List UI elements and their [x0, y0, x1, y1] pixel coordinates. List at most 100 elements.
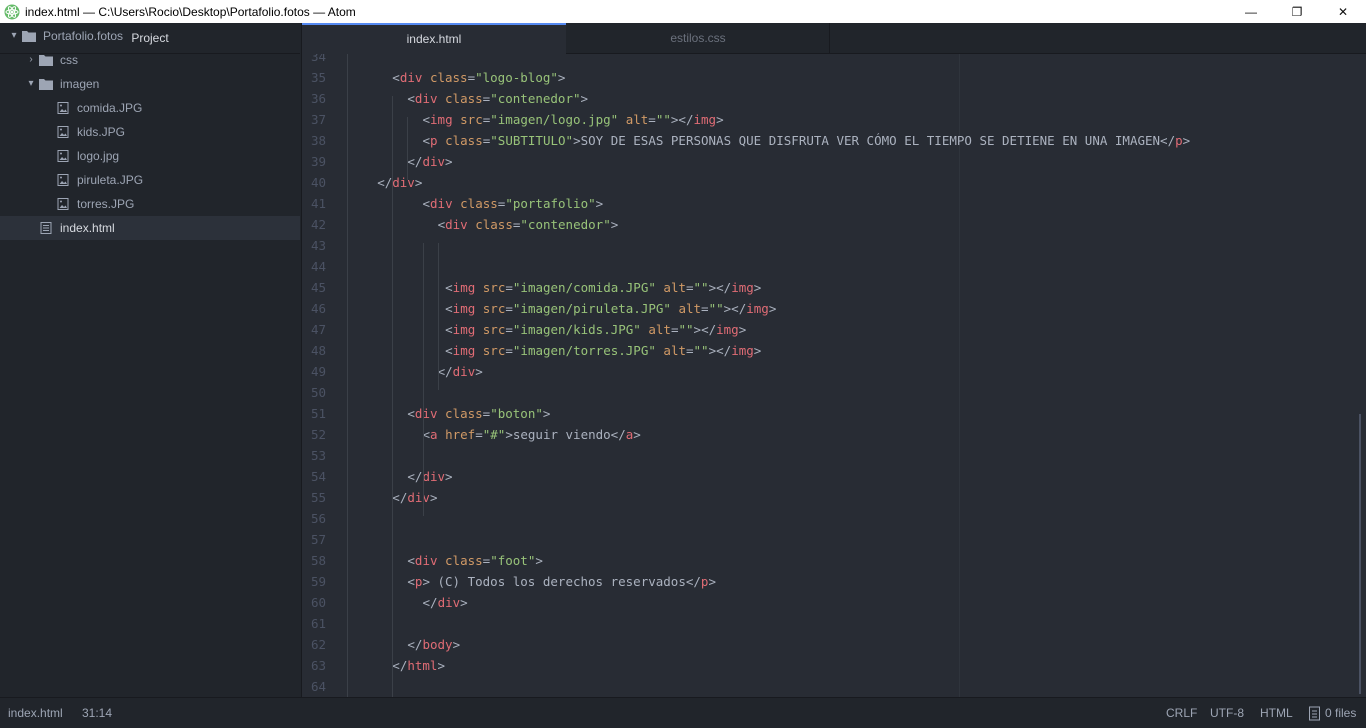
status-grammar[interactable]: HTML [1260, 698, 1293, 728]
code-token: "imagen/comida.JPG" [512, 280, 656, 295]
image-file-icon [57, 102, 69, 114]
code-token: > (C) Todos los derechos reservados</ [422, 574, 701, 589]
code-token: < [445, 280, 453, 295]
line-number: 57 [310, 532, 326, 547]
code-line: 51 <div class="boton"> [302, 403, 1352, 424]
code-token: "#" [482, 427, 506, 442]
chevron-down-icon[interactable]: ▾ [25, 72, 37, 96]
code-line: 64 [302, 676, 1352, 697]
code-token: a [430, 427, 438, 442]
line-number: 56 [310, 511, 326, 526]
code-token: >SOY DE ESAS PERSONAS QUE DISFRUTA VER C… [573, 133, 1176, 148]
code-line: 42 <div class="contenedor"> [302, 214, 1352, 235]
code-line: 58 <div class="foot"> [302, 550, 1352, 571]
chevron-right-icon[interactable]: › [25, 48, 37, 72]
tree-item-label: index.html [60, 221, 115, 235]
code-token: > [633, 427, 641, 442]
line-number: 43 [310, 238, 326, 253]
image-file-icon [57, 174, 69, 186]
tree-item[interactable]: › css [0, 48, 300, 72]
code-token: > [595, 196, 604, 211]
close-button[interactable]: ✕ [1320, 0, 1366, 23]
line-number: 62 [310, 637, 326, 652]
code-token: > [768, 301, 777, 316]
code-token: > [445, 469, 453, 484]
vertical-scrollbar[interactable] [1359, 414, 1361, 694]
code-line: 34 [302, 54, 1352, 67]
tree-item[interactable]: piruleta.JPG [0, 168, 300, 192]
code-token: class [445, 133, 483, 148]
code-token: </ [731, 301, 747, 316]
code-token: > [753, 280, 762, 295]
tree-item-label: comida.JPG [77, 101, 143, 115]
maximize-button[interactable]: ❐ [1274, 0, 1320, 23]
tree-item[interactable]: index.html [0, 216, 300, 240]
code-line: 63 </html> [302, 655, 1352, 676]
code-token: > [708, 343, 717, 358]
status-git-files[interactable]: 0 files [1325, 698, 1356, 728]
tab-estilos-css[interactable]: estilos.css [567, 23, 830, 54]
code-line: 49 </div> [302, 361, 1352, 382]
code-token: < [445, 322, 453, 337]
tree-item[interactable]: comida.JPG [0, 96, 300, 120]
code-token: > [557, 70, 566, 85]
code-token: </ [701, 322, 717, 337]
code-token: "" [655, 112, 671, 127]
code-token: div [445, 217, 468, 232]
code-text: <div class="logo-blog"> [392, 67, 565, 88]
window-controls: — ❐ ✕ [1228, 0, 1366, 23]
indent-guide [392, 96, 393, 697]
code-text: <div class="boton"> [407, 403, 550, 424]
code-token: </ [407, 469, 423, 484]
tab-index-html[interactable]: index.html [302, 23, 566, 55]
code-text: </div> [423, 592, 468, 613]
indent-guide [423, 243, 424, 516]
line-number: 61 [310, 616, 326, 631]
status-line-ending[interactable]: CRLF [1166, 698, 1197, 728]
code-token: img [452, 343, 476, 358]
code-token: img [716, 322, 739, 337]
code-token: div [414, 553, 438, 568]
tree-item[interactable]: kids.JPG [0, 120, 300, 144]
line-number: 47 [310, 322, 326, 337]
code-line: 57 [302, 529, 1352, 550]
minimize-button[interactable]: — [1228, 0, 1274, 23]
line-number: 38 [310, 133, 326, 148]
code-token: "" [693, 343, 709, 358]
code-token: > [610, 217, 619, 232]
code-token: > [738, 322, 747, 337]
minimize-icon: — [1245, 4, 1257, 19]
code-token: "imagen/torres.JPG" [512, 343, 656, 358]
status-file-path[interactable]: index.html [8, 698, 63, 728]
tree-item[interactable]: ▾ imagen [0, 72, 300, 96]
line-number: 60 [310, 595, 326, 610]
close-icon: ✕ [1337, 4, 1349, 19]
code-token: = [648, 112, 656, 127]
tree-item[interactable]: ▾ Portafolio.fotos [0, 24, 300, 48]
tree-item-label: piruleta.JPG [77, 173, 144, 187]
tree-item[interactable]: logo.jpg [0, 144, 300, 168]
folder-icon [22, 31, 36, 42]
indent-guide [407, 117, 408, 180]
code-token: < [407, 406, 415, 421]
code-editor[interactable]: 34 35 <div class="logo-blog"> 36 <div class=… [302, 54, 1366, 697]
code-token: > [445, 154, 453, 169]
code-text: <img src="imagen/logo.jpg" alt=""></img> [423, 109, 724, 130]
status-bar: index.html 31:14 CRLF UTF-8 HTML 0 files [0, 697, 1366, 728]
image-file-icon [57, 150, 69, 162]
code-token: > [475, 364, 483, 379]
code-token: </ [392, 490, 408, 505]
status-encoding[interactable]: UTF-8 [1210, 698, 1244, 728]
chevron-down-icon[interactable]: ▾ [8, 24, 20, 48]
tree-item[interactable]: torres.JPG [0, 192, 300, 216]
code-text: <div class="portafolio"> [423, 193, 604, 214]
code-line: 44 [302, 256, 1352, 277]
status-cursor-position[interactable]: 31:14 [82, 698, 112, 728]
code-text: <a href="#">seguir viendo</a> [423, 424, 641, 445]
code-text: <div class="contenedor"> [438, 214, 619, 235]
code-line: 40 </div> [302, 172, 1352, 193]
